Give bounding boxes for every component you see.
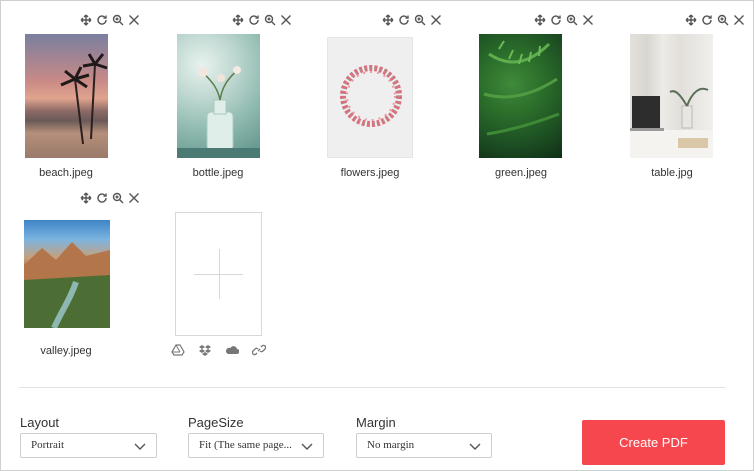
layout-value: Portrait	[31, 439, 64, 451]
card-tools	[79, 13, 140, 27]
chevron-down-icon	[301, 442, 313, 450]
layout-select[interactable]: Portrait	[20, 433, 157, 458]
image-thumbnail-beach[interactable]	[25, 34, 108, 158]
close-icon[interactable]	[127, 14, 140, 27]
card-tools	[79, 191, 140, 205]
move-icon[interactable]	[381, 14, 394, 27]
image-thumbnail-valley[interactable]	[24, 220, 110, 328]
chevron-down-icon	[469, 442, 481, 450]
card-tools	[231, 13, 292, 27]
onedrive-icon[interactable]	[225, 343, 240, 357]
close-icon[interactable]	[279, 14, 292, 27]
rotate-icon[interactable]	[549, 14, 562, 27]
margin-label: Margin	[356, 415, 396, 430]
pdf-converter-panel: beach.jpeg bottle.jpeg flowers.jpeg gree…	[0, 0, 754, 471]
flower-wreath-illustration	[340, 65, 402, 127]
image-thumbnail-bottle[interactable]	[177, 34, 260, 158]
image-thumbnail-flowers[interactable]	[327, 37, 413, 158]
rotate-icon[interactable]	[95, 192, 108, 205]
rotate-icon[interactable]	[95, 14, 108, 27]
move-icon[interactable]	[684, 14, 697, 27]
layout-label: Layout	[20, 415, 60, 430]
divider	[19, 387, 726, 388]
close-icon[interactable]	[127, 192, 140, 205]
pagesize-select[interactable]: Fit (The same page...	[188, 433, 324, 458]
file-name-beach: beach.jpeg	[39, 167, 93, 179]
close-icon[interactable]	[581, 14, 594, 27]
upload-sources	[171, 343, 267, 357]
close-icon[interactable]	[732, 14, 745, 27]
bottle-illustration	[177, 66, 260, 158]
zoom-icon[interactable]	[413, 14, 426, 27]
zoom-icon[interactable]	[263, 14, 276, 27]
close-icon[interactable]	[429, 14, 442, 27]
file-name-table: table.jpg	[651, 167, 693, 179]
zoom-icon[interactable]	[716, 14, 729, 27]
file-name-valley: valley.jpeg	[40, 345, 92, 357]
create-pdf-button[interactable]: Create PDF	[582, 420, 725, 465]
move-icon[interactable]	[79, 14, 92, 27]
zoom-icon[interactable]	[565, 14, 578, 27]
move-icon[interactable]	[231, 14, 244, 27]
zoom-icon[interactable]	[111, 192, 124, 205]
pagesize-value: Fit (The same page...	[199, 439, 292, 451]
rotate-icon[interactable]	[700, 14, 713, 27]
image-thumbnail-green[interactable]	[479, 34, 562, 158]
card-tools	[381, 13, 442, 27]
chevron-down-icon	[134, 442, 146, 450]
valley-illustration	[24, 242, 110, 328]
file-name-flowers: flowers.jpeg	[340, 167, 400, 179]
rotate-icon[interactable]	[397, 14, 410, 27]
pagesize-label: PageSize	[188, 415, 244, 430]
move-icon[interactable]	[533, 14, 546, 27]
image-thumbnail-table[interactable]	[630, 34, 713, 158]
add-image-tile[interactable]	[175, 212, 262, 336]
dropbox-icon[interactable]	[198, 343, 212, 357]
move-icon[interactable]	[79, 192, 92, 205]
margin-select[interactable]: No margin	[356, 433, 492, 458]
rotate-icon[interactable]	[247, 14, 260, 27]
file-name-bottle: bottle.jpeg	[192, 167, 244, 179]
desk-illustration	[630, 87, 713, 158]
palm-trees-illustration	[60, 53, 108, 145]
link-icon[interactable]	[251, 343, 267, 357]
zoom-icon[interactable]	[111, 14, 124, 27]
leaves-illustration	[483, 40, 560, 136]
margin-value: No margin	[367, 439, 415, 451]
file-name-green: green.jpeg	[495, 167, 547, 179]
card-tools	[684, 13, 745, 27]
card-tools	[533, 13, 594, 27]
google-drive-icon[interactable]	[171, 343, 185, 357]
